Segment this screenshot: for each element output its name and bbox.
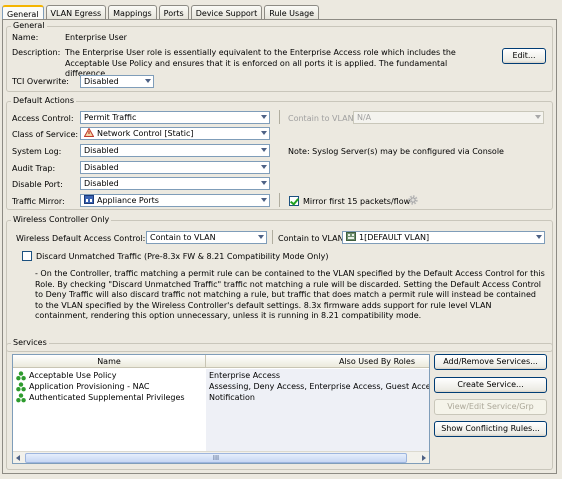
service-roles: Enterprise Access — [209, 371, 281, 380]
tab-ports[interactable]: Ports — [158, 5, 189, 20]
edit-button[interactable]: Edit... — [502, 48, 546, 64]
chevron-down-icon — [145, 79, 151, 83]
disable-port-value: Disabled — [84, 179, 119, 188]
audit-trap-value: Disabled — [84, 163, 119, 172]
contain-vlan-value: N/A — [357, 113, 372, 122]
wireless-contain-vlan-select[interactable]: 1[DEFAULT VLAN] — [342, 231, 545, 244]
wireless-info-text: - On the Controller, traffic matching a … — [35, 269, 545, 321]
scroll-right-icon[interactable] — [422, 455, 426, 461]
tab-bar: General VLAN Egress Mappings Ports Devic… — [2, 5, 321, 21]
name-label: Name: — [12, 33, 39, 42]
access-control-label: Access Control: — [12, 114, 74, 123]
services-group: Services Name Also Used By Roles Accepta… — [6, 338, 553, 470]
class-of-service-select[interactable]: Network Control [Static] — [80, 127, 270, 140]
service-roles: Notification — [209, 393, 255, 402]
default-actions-legend: Default Actions — [11, 96, 76, 106]
tci-overwrite-label: TCI Overwrite: — [12, 77, 69, 86]
chevron-down-icon — [261, 115, 267, 119]
audit-trap-label: Audit Trap: — [12, 164, 56, 173]
chevron-down-icon — [261, 148, 267, 152]
general-group: General Name: Enterprise User Descriptio… — [6, 21, 553, 92]
discard-unmatched-label: Discard Unmatched Traffic (Pre-8.3x FW &… — [36, 252, 329, 261]
vlan-icon — [346, 232, 356, 241]
services-legend: Services — [11, 338, 49, 348]
table-row[interactable]: Application Provisioning - NAC Assessing… — [13, 381, 429, 392]
chevron-down-icon — [261, 181, 267, 185]
name-value: Enterprise User — [65, 33, 127, 42]
discard-unmatched-checkbox[interactable] — [22, 251, 32, 261]
traffic-mirror-value: Appliance Ports — [97, 196, 159, 205]
chevron-down-icon — [258, 235, 264, 239]
chevron-down-icon — [535, 115, 541, 119]
divider — [279, 110, 280, 124]
chevron-down-icon — [261, 131, 267, 135]
access-control-select[interactable]: Permit Traffic — [80, 111, 270, 124]
create-service-button[interactable]: Create Service... — [434, 377, 547, 393]
mirror-packets-checkbox[interactable] — [289, 196, 299, 206]
class-of-service-label: Class of Service: — [12, 130, 79, 139]
chevron-down-icon — [536, 235, 542, 239]
default-actions-group: Default Actions Access Control: Permit T… — [6, 96, 553, 210]
audit-trap-select[interactable]: Disabled — [80, 161, 270, 174]
service-name: Application Provisioning - NAC — [29, 382, 150, 391]
service-group-icon — [16, 382, 26, 392]
tab-content-panel: General Name: Enterprise User Descriptio… — [2, 19, 557, 474]
tab-rule-usage[interactable]: Rule Usage — [264, 5, 320, 20]
system-log-select[interactable]: Disabled — [80, 144, 270, 157]
tab-mappings[interactable]: Mappings — [108, 5, 157, 20]
service-group-icon — [16, 393, 26, 403]
add-remove-services-button[interactable]: Add/Remove Services... — [434, 354, 547, 370]
column-header-name[interactable]: Name — [13, 355, 206, 368]
table-header: Name Also Used By Roles — [13, 355, 429, 368]
tci-overwrite-value: Disabled — [84, 77, 119, 86]
access-control-value: Permit Traffic — [84, 113, 137, 122]
wireless-contain-vlan-value: 1[DEFAULT VLAN] — [359, 233, 430, 242]
wireless-default-access-value: Contain to VLAN — [150, 233, 216, 242]
service-name: Acceptable Use Policy — [29, 371, 117, 380]
view-edit-service-button[interactable]: View/Edit Service/Grp — [434, 399, 547, 415]
services-table: Name Also Used By Roles Acceptable Use P… — [12, 354, 430, 464]
show-conflicting-rules-button[interactable]: Show Conflicting Rules... — [434, 421, 547, 437]
tab-vlan-egress[interactable]: VLAN Egress — [45, 5, 107, 20]
warning-triangle-icon — [84, 128, 94, 137]
system-log-label: System Log: — [12, 147, 62, 156]
tci-overwrite-select[interactable]: Disabled — [80, 75, 154, 88]
service-roles: Assessing, Deny Access, Enterprise Acces… — [209, 382, 430, 391]
table-row[interactable]: Authenticated Supplemental Privileges No… — [13, 392, 429, 403]
divider — [272, 230, 273, 244]
wireless-default-access-select[interactable]: Contain to VLAN — [146, 231, 267, 244]
disable-port-label: Disable Port: — [12, 180, 63, 189]
general-legend: General — [11, 21, 47, 31]
horizontal-scrollbar[interactable]: III — [13, 451, 429, 463]
divider — [279, 193, 280, 207]
system-log-value: Disabled — [84, 146, 119, 155]
syslog-note: Note: Syslog Server(s) may be configured… — [288, 147, 504, 156]
traffic-mirror-label: Traffic Mirror: — [12, 197, 65, 206]
contain-vlan-select[interactable]: N/A — [353, 111, 544, 124]
scroll-left-icon[interactable] — [16, 455, 20, 461]
scrollbar-thumb[interactable]: III — [25, 453, 407, 463]
mirror-packets-label: Mirror first 15 packets/flow — [303, 197, 411, 206]
description-label: Description: — [12, 48, 61, 57]
wireless-contain-vlan-label: Contain to VLAN: — [278, 234, 347, 243]
chevron-down-icon — [261, 198, 267, 202]
chevron-down-icon — [261, 165, 267, 169]
wireless-default-access-label: Wireless Default Access Control: — [16, 234, 146, 243]
class-of-service-value: Network Control [Static] — [97, 129, 194, 138]
wireless-legend: Wireless Controller Only — [11, 215, 112, 225]
network-ports-icon — [84, 195, 94, 204]
gear-icon[interactable] — [407, 194, 419, 206]
service-name: Authenticated Supplemental Privileges — [29, 393, 185, 402]
table-row[interactable]: Acceptable Use Policy Enterprise Access — [13, 370, 429, 381]
contain-vlan-label: Contain to VLAN: — [288, 114, 357, 123]
disable-port-select[interactable]: Disabled — [80, 177, 270, 190]
column-header-roles[interactable]: Also Used By Roles — [206, 355, 429, 368]
service-group-icon — [16, 371, 26, 381]
traffic-mirror-select[interactable]: Appliance Ports — [80, 194, 270, 207]
tab-device-support[interactable]: Device Support — [190, 5, 263, 20]
wireless-controller-group: Wireless Controller Only Wireless Defaul… — [6, 215, 553, 352]
